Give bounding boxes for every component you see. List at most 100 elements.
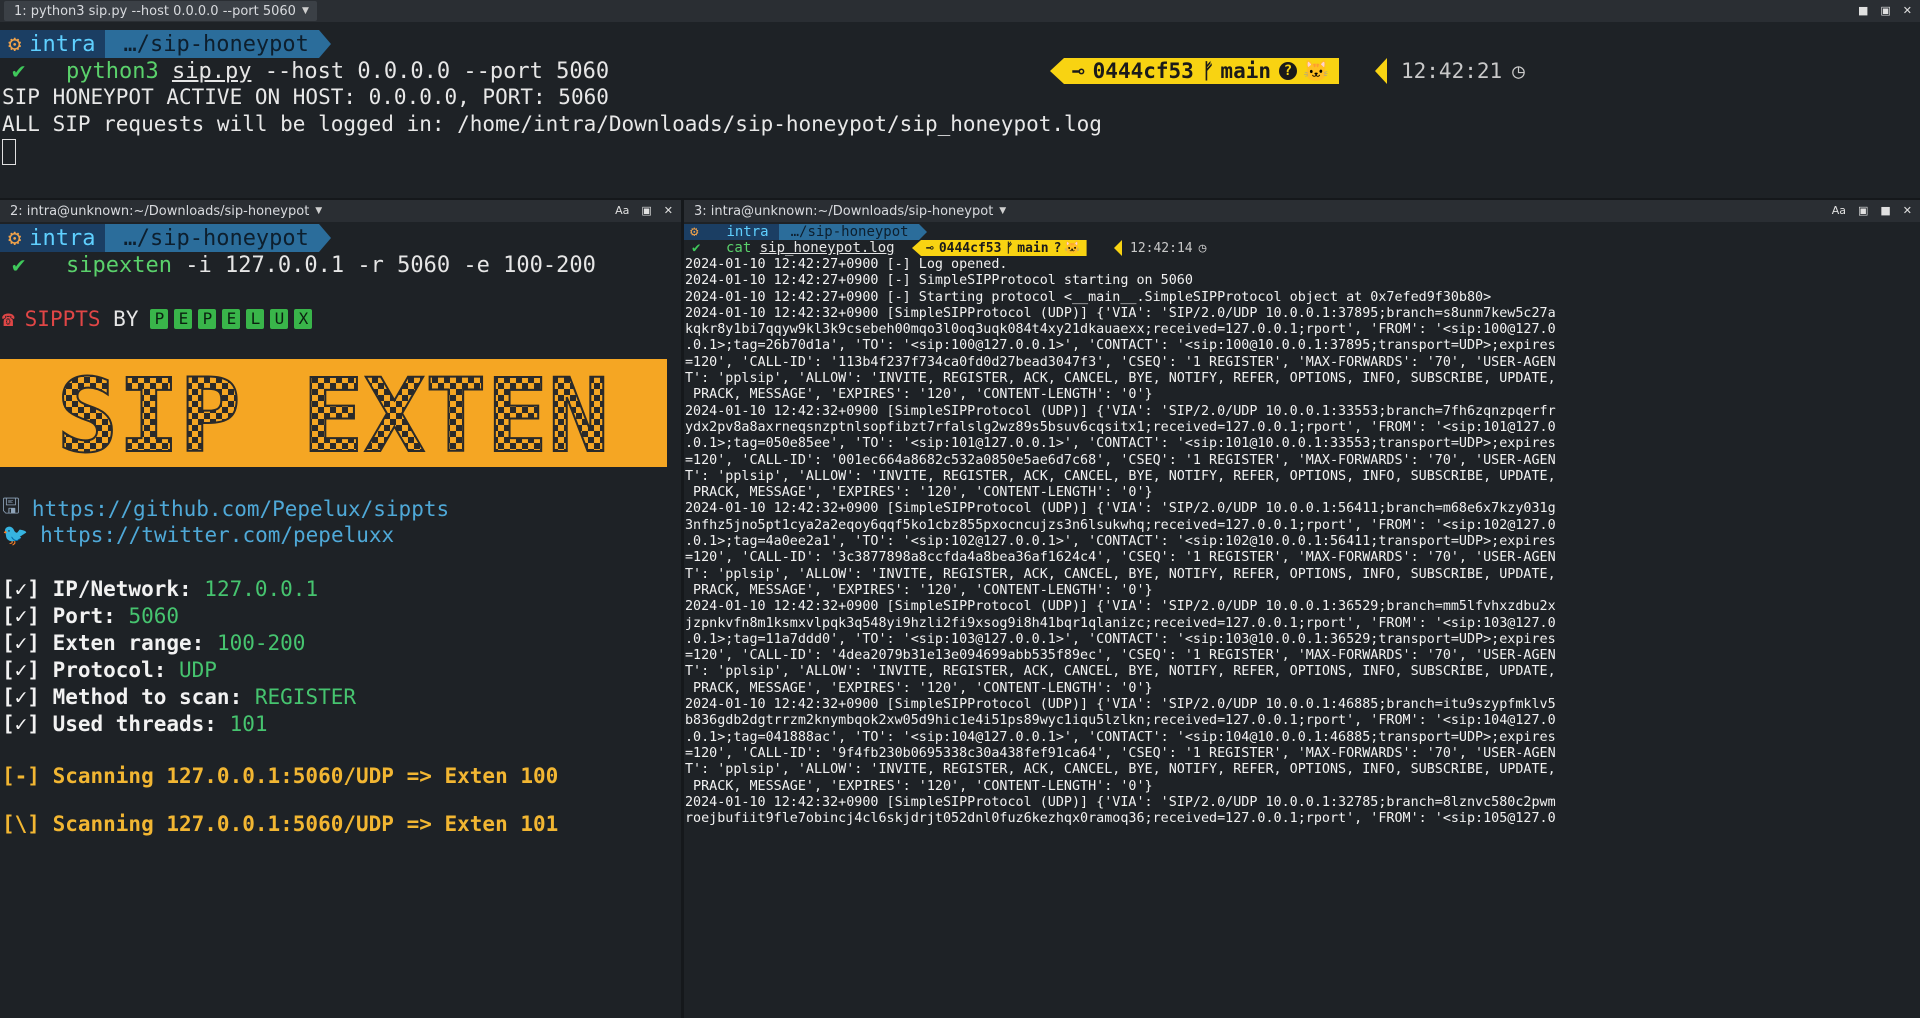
twitter-bird-icon: 🐦 [2,522,29,547]
log-line: PRACK, MESSAGE', 'EXPIRES': '120', 'CONT… [685,680,1153,696]
git-branch-icon: ᚠ [1201,59,1215,83]
command-args: --host 0.0.0.0 --port 5060 [251,58,610,84]
log-line: b836gdb2dgtrrzm2knymbqok2xw05d9hic1e4i51… [685,713,1556,729]
pane-3-title: 3: intra@unknown:~/Downloads/sip-honeypo… [694,203,994,219]
pane-3-tab[interactable]: 3: intra@unknown:~/Downloads/sip-honeypo… [684,201,1014,221]
log-line: 2024-01-10 12:42:27+0900 [-] Starting pr… [685,289,1492,305]
log-line: =120', 'CALL-ID': '113b4f237f734ca0fd0d2… [685,354,1556,370]
restore-icon[interactable]: ▣ [1880,5,1890,17]
ubuntu-icon: ⚙ [0,30,30,58]
pane-1-tab[interactable]: 1: python3 sip.py --host 0.0.0.0 --port … [4,1,317,21]
check-item: [✓] IP/Network: 127.0.0.1 [2,577,319,601]
restore-icon[interactable]: ▣ [1858,205,1868,217]
github-link[interactable]: https://github.com/Pepelux/sippts [32,497,449,521]
pepelux-badge: P [150,309,169,329]
pane-1-titlebar: 1: python3 sip.py --host 0.0.0.0 --port … [0,0,1920,22]
log-line: PRACK, MESSAGE', 'EXPIRES': '120', 'CONT… [685,582,1153,598]
banner-text: SIP EXTEN [57,359,610,467]
log-line: .0.1>;tag=050e85ee', 'TO': '<sip:101@127… [685,436,1556,452]
git-status-badge: ⊸ 0444cf53 ᚠ main ? 🐱 [912,240,1087,256]
maximize-icon[interactable]: ▣ [641,205,651,217]
pepelux-badge: U [270,309,289,329]
command-program: python3 [66,58,159,84]
close-icon[interactable]: ✕ [664,205,673,217]
chevron-down-icon[interactable]: ▼ [302,6,309,16]
cursor [2,139,16,165]
log-line: PRACK, MESSAGE', 'EXPIRES': '120', 'CONT… [685,485,1153,501]
log-line: roejbufiit9fle7obincj4cl6skjdrjt052dnl0f… [685,811,1556,827]
check-item: [✓] Port: 5060 [2,604,180,628]
maximize-icon[interactable]: ■ [1858,5,1868,17]
pane-1-command-line: ✔ python3 sip.py --host 0.0.0.0 --port 5… [12,58,609,84]
pane-2-tab[interactable]: 2: intra@unknown:~/Downloads/sip-honeypo… [0,201,330,221]
ascii-banner: SIP EXTEN [0,359,667,467]
powerline-separator [318,30,331,58]
check-item: [✓] Protocol: UDP [2,658,217,682]
font-size-icon[interactable]: Aa [1832,205,1846,217]
check-item: [✓] Used threads: 101 [2,712,268,736]
log-line: .0.1>;tag=4a0ee2a1', 'TO': '<sip:102@127… [685,534,1556,550]
log-line: =120', 'CALL-ID': '001ec664a8682c532a085… [685,452,1556,468]
pepelux-badge: L [246,309,265,329]
log-line: jzpnkvfn8m1ksmxvlpqk3q548yi9hzli2fi9xsog… [685,615,1556,631]
output-line: SIP HONEYPOT ACTIVE ON HOST: 0.0.0.0, PO… [2,85,609,109]
close-icon[interactable]: ✕ [1903,205,1912,217]
question-icon: ? [1279,62,1297,80]
question-icon: ? [1053,240,1062,256]
log-line: .0.1>;tag=041888ac', 'TO': '<sip:104@127… [685,729,1556,745]
checkmark-icon: ✔ [12,252,26,278]
twitter-link[interactable]: https://twitter.com/pepeluxx [40,523,394,547]
chevron-down-icon[interactable]: ▼ [999,206,1006,216]
prompt-path: …/sip-honeypot [105,30,319,58]
pane-1-prompt: ⚙ intra …/sip-honeypot [0,30,331,58]
banner-art: SIP EXTEN [56,359,611,467]
log-line: =120', 'CALL-ID': '3c3877898a8ccfda4a8be… [685,550,1556,566]
log-line: kqkr8y1bi7qqyw9kl3k9csebeh00mqo3l0oq3uqk… [685,322,1556,338]
log-line: 2024-01-10 12:42:32+0900 [SimpleSIPProto… [685,794,1556,810]
checkmark-icon: ✔ [692,240,701,256]
chevron-down-icon[interactable]: ▼ [315,206,322,216]
prompt-user: intra [29,224,106,252]
ubuntu-icon: ⚙ [684,224,705,240]
pane-3-titlebar: 3: intra@unknown:~/Downloads/sip-honeypo… [684,200,1920,222]
git-commit-icon: ⊸ [926,240,934,256]
pane-2-title: 2: intra@unknown:~/Downloads/sip-honeypo… [10,203,310,219]
scan-line: [-] Scanning 127.0.0.1:5060/UDP => Exten… [2,764,559,788]
log-line: 2024-01-10 12:42:32+0900 [SimpleSIPProto… [685,501,1556,517]
prompt-path: …/sip-honeypot [778,224,919,240]
log-line: =120', 'CALL-ID': '9f4fb230b0695338c30a4… [685,745,1556,761]
maximize-icon[interactable]: ■ [1880,205,1890,217]
clock-icon: ◷ [1198,240,1207,256]
pane-3-window-controls: Aa ▣ ■ ✕ [1832,205,1920,217]
command-program: sipexten [66,252,172,278]
github-link-line: 🖫 https://github.com/Pepelux/sippts [2,494,449,522]
telephone-icon: ☎ [2,307,15,331]
pepelux-badge: P [198,309,217,329]
git-status-badge: ⊸ 0444cf53 ᚠ main ? 🐱 [1050,58,1340,84]
time-text: 12:42:14 [1130,240,1193,256]
powerline-separator [318,224,331,252]
git-hash: 0444cf53 [1092,59,1194,83]
log-line: .0.1>;tag=11a7ddd0', 'TO': '<sip:103@127… [685,631,1556,647]
output-line: ALL SIP requests will be logged in: /hom… [2,112,1102,136]
github-icon: 🐱 [1303,58,1330,83]
terminal-pane-1[interactable]: 1: python3 sip.py --host 0.0.0.0 --port … [0,0,1920,198]
font-size-icon[interactable]: Aa [615,205,629,217]
command-args: -i 127.0.0.1 -r 5060 -e 100-200 [171,252,596,278]
command-file: sip_honeypot.log [759,240,895,256]
ubuntu-icon: ⚙ [0,224,30,252]
log-line: 2024-01-10 12:42:32+0900 [SimpleSIPProto… [685,697,1556,713]
log-line: =120', 'CALL-ID': '4dea2079b31e13e094699… [685,648,1556,664]
log-line: T': 'pplsip', 'ALLOW': 'INVITE, REGISTER… [685,664,1556,680]
check-item: [✓] Method to scan: REGISTER [2,685,357,709]
check-item: [✓] Exten range: 100-200 [2,631,306,655]
log-line: T': 'pplsip', 'ALLOW': 'INVITE, REGISTER… [685,762,1556,778]
pane-2-command-line: ✔ sipexten -i 127.0.0.1 -r 5060 -e 100-2… [12,252,596,278]
by-label: BY [113,307,139,331]
terminal-pane-2[interactable]: 2: intra@unknown:~/Downloads/sip-honeypo… [0,200,681,1018]
terminal-pane-3[interactable]: 3: intra@unknown:~/Downloads/sip-honeypo… [684,200,1920,1018]
clock-icon: ◷ [1512,59,1525,83]
command-program: cat [726,240,752,256]
log-line: 2024-01-10 12:42:27+0900 [-] Log opened. [685,257,1008,272]
close-icon[interactable]: ✕ [1903,5,1912,17]
